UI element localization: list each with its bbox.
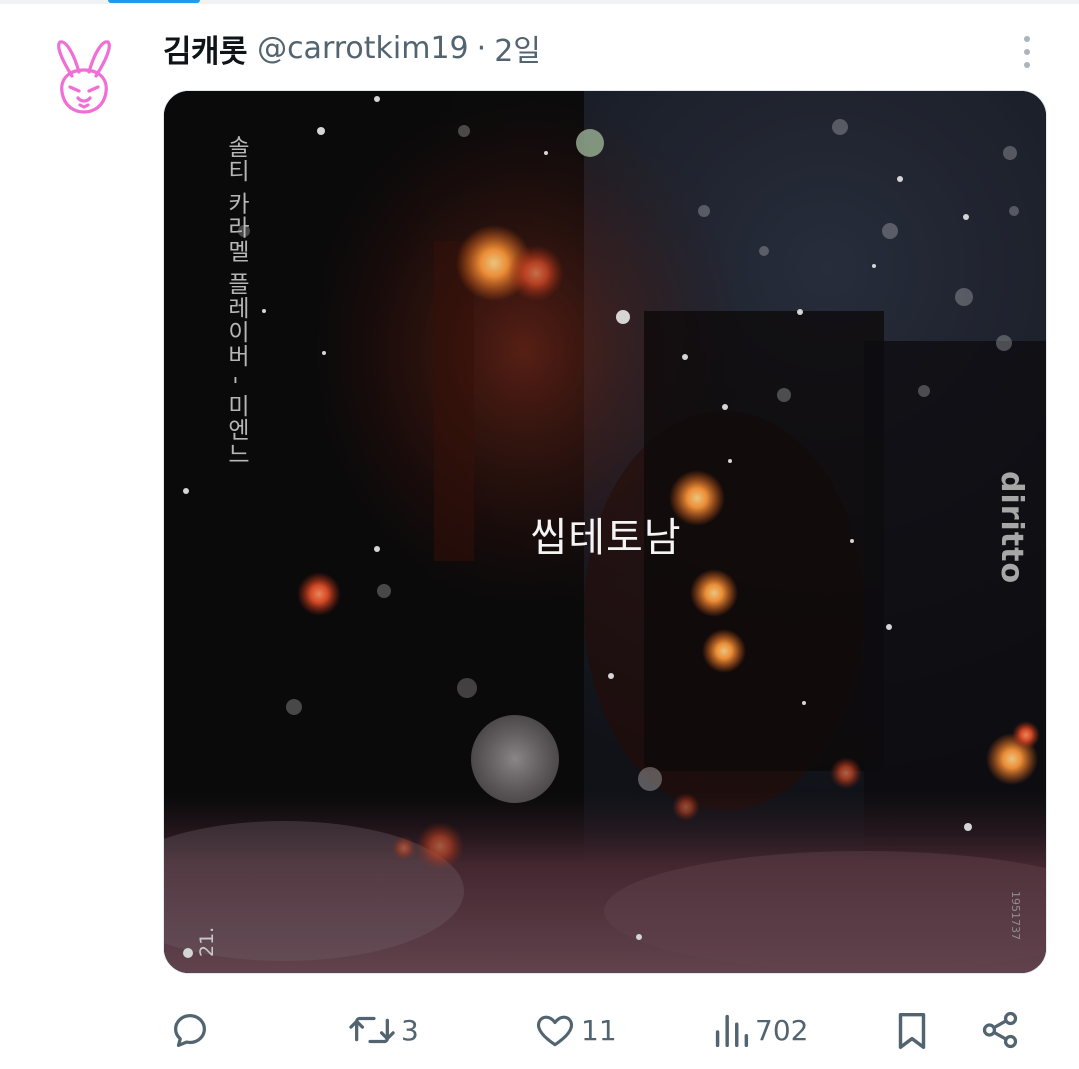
track-number: 21. xyxy=(196,926,218,957)
tweet[interactable]: 김캐롯 @carrotkim19 · 2일 솔티 카라멜 플레이버 - 미엔느 … xyxy=(0,0,1079,1069)
views-button[interactable]: 702 xyxy=(711,1002,808,1058)
reply-icon xyxy=(173,1013,207,1047)
cover-side-text: 솔티 카라멜 플레이버 - 미엔느 xyxy=(223,135,249,466)
tweet-media-image[interactable]: 솔티 카라멜 플레이버 - 미엔느 씹테토남 diritto 21. 19517… xyxy=(163,90,1047,974)
avatar[interactable] xyxy=(42,36,126,120)
share-icon xyxy=(982,1011,1018,1049)
display-name[interactable]: 김캐롯 xyxy=(163,26,248,71)
label-logo: diritto xyxy=(994,471,1029,585)
share-button[interactable] xyxy=(977,1002,1023,1058)
album-title: 씹테토남 xyxy=(530,515,682,561)
reply-button[interactable] xyxy=(167,1002,217,1058)
tweet-actions-bar: 3 11 702 xyxy=(163,1002,1047,1058)
user-handle[interactable]: @carrotkim19 xyxy=(257,31,469,66)
retweet-icon xyxy=(349,1016,395,1044)
views-icon xyxy=(715,1014,749,1048)
bookmark-icon xyxy=(898,1012,926,1049)
retweet-count: 3 xyxy=(401,1013,419,1047)
tweet-header: 김캐롯 @carrotkim19 · 2일 xyxy=(163,24,541,72)
like-count: 11 xyxy=(581,1013,617,1047)
bunny-avatar-icon xyxy=(57,40,111,114)
catalog-number: 1951737 xyxy=(1009,891,1022,940)
separator-dot: · xyxy=(476,30,487,66)
more-vertical-icon[interactable] xyxy=(1012,32,1042,72)
views-count: 702 xyxy=(755,1013,809,1047)
retweet-button[interactable]: 3 xyxy=(347,1002,419,1058)
heart-icon xyxy=(536,1015,574,1047)
bookmark-button[interactable] xyxy=(889,1002,935,1058)
timestamp[interactable]: 2일 xyxy=(494,26,541,70)
like-button[interactable]: 11 xyxy=(533,1002,617,1058)
